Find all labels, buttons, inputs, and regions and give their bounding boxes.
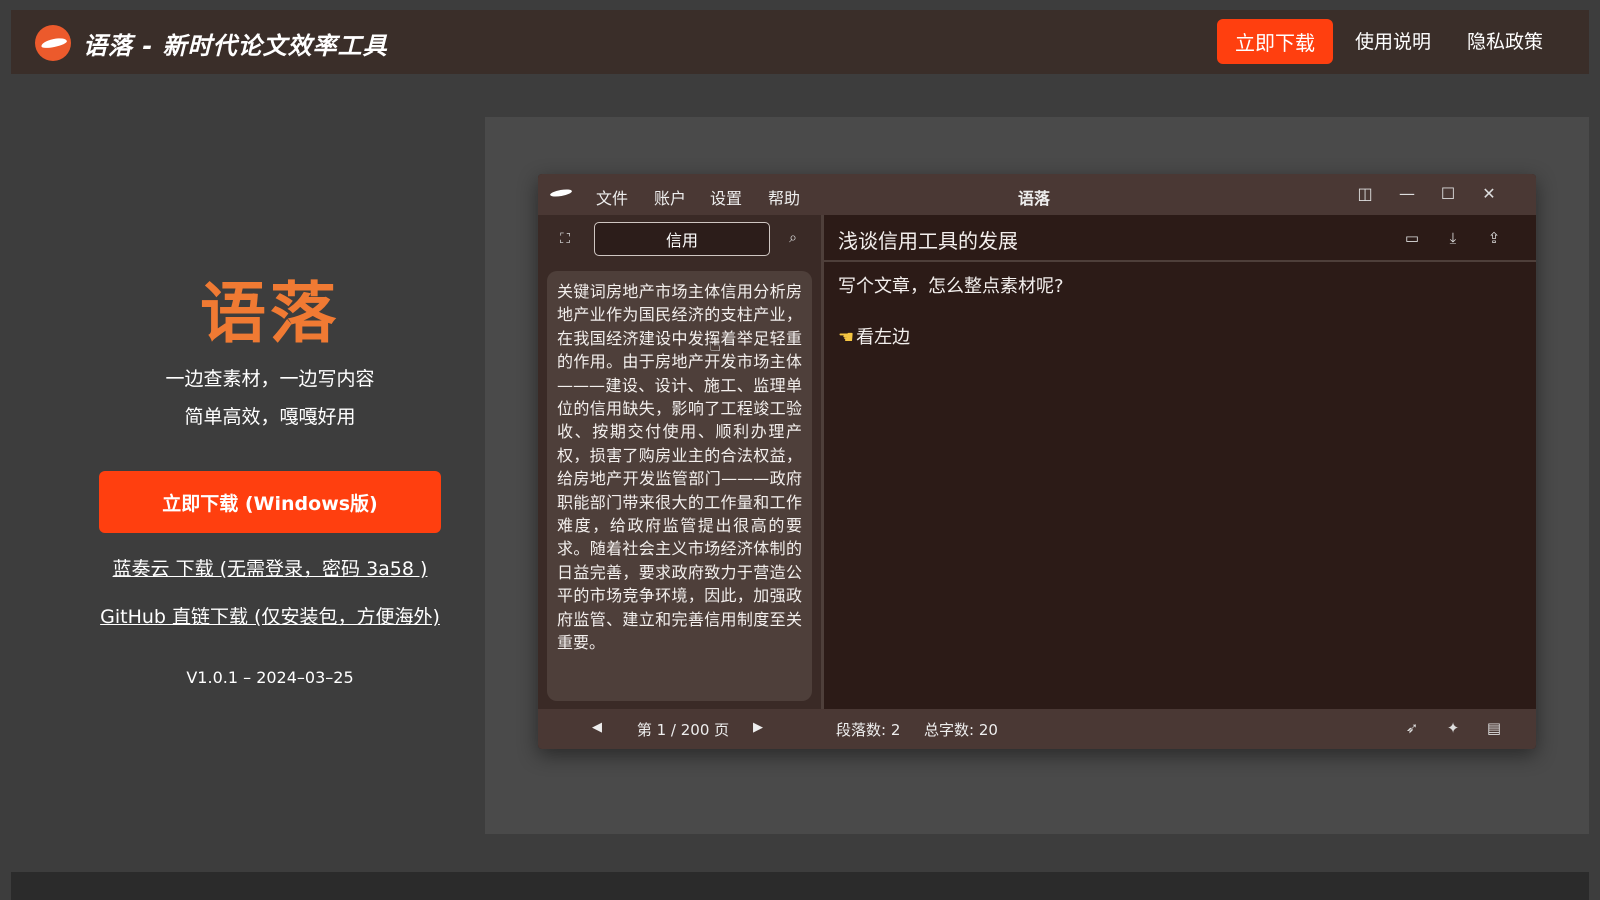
- document-line-2[interactable]: ☚ 看左边: [838, 323, 910, 349]
- menu-account[interactable]: 账户: [654, 185, 686, 209]
- tagline-1: 一边查素材，一边写内容: [165, 368, 375, 390]
- app-window: 文件 账户 设置 帮助 语落 ◫ — ☐ ✕ ⛶ ⌕ 关键词房地产市场主体信用分…: [538, 174, 1536, 749]
- windows-download-button[interactable]: 立即下载 (Windows版): [99, 471, 441, 533]
- footer-band: [11, 872, 1589, 900]
- nav-download-button[interactable]: 立即下载: [1217, 19, 1333, 64]
- material-pane: ⛶ ⌕ 关键词房地产市场主体信用分析房地产业作为国民经济的支柱产业，在我国经济建…: [538, 215, 821, 709]
- sparkle-icon[interactable]: ✦: [1443, 719, 1463, 739]
- site-header: 语落 - 新时代论文效率工具 立即下载 使用说明 隐私政策: [11, 10, 1589, 74]
- app-window-title: 语落: [1018, 189, 1051, 208]
- tagline-2: 简单高效，嘎嘎好用: [184, 406, 356, 428]
- version-info: V1.0.1 – 2024–03–25: [186, 668, 354, 687]
- menu-file[interactable]: 文件: [596, 185, 628, 209]
- nav-privacy-link[interactable]: 隐私政策: [1467, 27, 1543, 54]
- export-icon[interactable]: ⇪: [1484, 229, 1504, 249]
- maximize-icon[interactable]: ☐: [1437, 183, 1459, 205]
- menu-help[interactable]: 帮助: [768, 185, 800, 209]
- editor-pane: 浅谈信用工具的发展 ▭ ⤓ ⇪ 写个文章，怎么整点素材呢? ☚ 看左边: [824, 215, 1536, 709]
- app-preview-panel: 文件 账户 设置 帮助 语落 ◫ — ☐ ✕ ⛶ ⌕ 关键词房地产市场主体信用分…: [485, 117, 1589, 834]
- minimize-icon[interactable]: —: [1396, 183, 1418, 205]
- document-line-2-text: 看左边: [856, 327, 911, 348]
- site-title: 语落 - 新时代论文效率工具: [83, 32, 388, 60]
- hero-section: 语落 一边查素材，一边写内容 简单高效，嘎嘎好用 立即下载 (Windows版)…: [0, 74, 540, 854]
- word-count: 总字数: 20: [924, 721, 998, 739]
- brand-title: 语落: [200, 275, 340, 352]
- layout-toggle-icon[interactable]: ◫: [1354, 183, 1376, 205]
- prev-page-icon[interactable]: ◀: [589, 720, 605, 738]
- title-divider: [824, 260, 1536, 262]
- lanzou-download-link[interactable]: 蓝奏云 下载 (无需登录，密码 3a58 ): [0, 554, 540, 581]
- pointing-hand-icon: ☚: [838, 327, 855, 348]
- save-icon[interactable]: ⤓: [1443, 229, 1463, 249]
- app-titlebar: 文件 账户 设置 帮助 语落 ◫ — ☐ ✕: [538, 174, 1536, 215]
- search-icon[interactable]: ⌕: [784, 230, 802, 248]
- rocket-icon[interactable]: ➶: [1402, 719, 1422, 739]
- comment-icon[interactable]: ▤: [1484, 719, 1504, 739]
- app-statusbar: ◀ 第 1 / 200 页 ▶ 段落数: 2 总字数: 20 ➶ ✦ ▤: [538, 709, 1536, 749]
- document-title[interactable]: 浅谈信用工具的发展: [838, 225, 1018, 254]
- paragraph-count: 段落数: 2: [836, 721, 901, 739]
- close-icon[interactable]: ✕: [1478, 183, 1500, 205]
- page-indicator: 第 1 / 200 页: [636, 721, 730, 739]
- open-folder-icon[interactable]: ▭: [1402, 229, 1422, 249]
- app-logo-icon: [550, 188, 572, 198]
- screenshot-icon[interactable]: ⛶: [556, 231, 574, 249]
- nav-help-link[interactable]: 使用说明: [1355, 27, 1431, 54]
- material-search-input[interactable]: [594, 222, 770, 256]
- material-text[interactable]: 关键词房地产市场主体信用分析房地产业作为国民经济的支柱产业，在我国经济建设中发挥…: [557, 280, 802, 655]
- material-card[interactable]: 关键词房地产市场主体信用分析房地产业作为国民经济的支柱产业，在我国经济建设中发挥…: [547, 271, 812, 701]
- github-download-link[interactable]: GitHub 直链下载 (仅安装包，方便海外): [0, 602, 540, 629]
- logo-icon[interactable]: [35, 25, 71, 61]
- document-line-1[interactable]: 写个文章，怎么整点素材呢?: [838, 272, 1064, 298]
- menu-settings[interactable]: 设置: [710, 185, 742, 209]
- hand-cursor-icon: ☝: [709, 332, 722, 356]
- next-page-icon[interactable]: ▶: [750, 720, 766, 738]
